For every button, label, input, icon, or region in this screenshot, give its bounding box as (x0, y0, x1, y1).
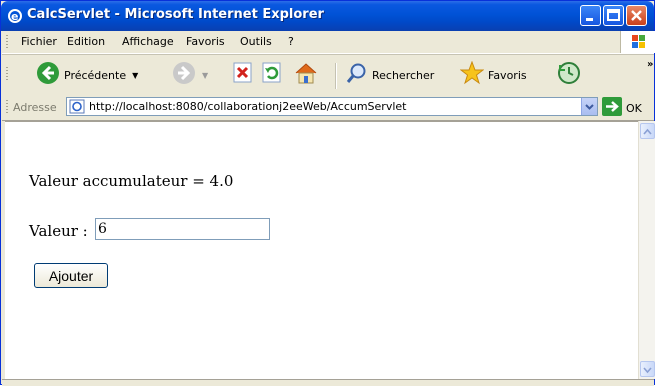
toolbar: Précédente ▼ ▼ Rechercher Favoris » (2, 54, 654, 96)
back-dropdown-icon[interactable]: ▼ (132, 71, 138, 80)
toolbar-separator (335, 63, 337, 89)
back-button[interactable]: Précédente ▼ (36, 55, 138, 95)
forward-arrow-icon (172, 61, 196, 89)
forward-dropdown-icon[interactable]: ▼ (202, 71, 208, 80)
menu-favoris[interactable]: Favoris (186, 35, 225, 48)
value-input[interactable] (95, 218, 270, 240)
close-button[interactable] (626, 5, 647, 26)
windows-logo-icon (620, 31, 655, 53)
back-label: Précédente (64, 68, 127, 82)
address-bar: Adresse http://localhost:8080/collaborat… (2, 94, 654, 121)
address-url: http://localhost:8080/collaborationj2eeW… (89, 100, 407, 113)
toolbar-overflow-icon[interactable]: » (647, 59, 653, 70)
go-label: OK (626, 102, 642, 115)
menu-grip (6, 35, 8, 49)
search-icon (346, 62, 368, 88)
scroll-down-button[interactable] (640, 361, 655, 377)
menu-edition[interactable]: Edition (67, 35, 105, 48)
menu-affichage[interactable]: Affichage (122, 35, 174, 48)
address-dropdown-icon[interactable] (581, 98, 597, 115)
svg-text:e: e (11, 10, 18, 23)
menu-fichier[interactable]: Fichier (21, 35, 57, 48)
browser-window: e CalcServlet - Microsoft Internet Explo… (0, 0, 655, 386)
title-bar[interactable]: e CalcServlet - Microsoft Internet Explo… (1, 1, 654, 31)
menu-outils[interactable]: Outils (240, 35, 272, 48)
menu-help[interactable]: ? (288, 35, 294, 48)
address-label: Adresse (13, 101, 57, 114)
add-button[interactable]: Ajouter (34, 263, 108, 288)
home-button[interactable] (293, 55, 319, 95)
value-label: Valeur : (29, 222, 88, 240)
search-label: Rechercher (372, 68, 435, 82)
refresh-icon (262, 62, 282, 88)
toolbar-grip (6, 67, 8, 81)
page-content: Valeur accumulateur = 4.0 Valeur : Ajout… (5, 121, 638, 380)
back-arrow-icon (36, 61, 60, 89)
favorites-button[interactable]: Favoris (459, 55, 527, 95)
vertical-scrollbar[interactable] (638, 121, 655, 379)
ie-logo-icon: e (7, 8, 23, 24)
maximize-button[interactable] (603, 5, 624, 26)
stop-icon (233, 62, 253, 88)
minimize-button[interactable] (580, 5, 601, 26)
accumulator-value-text: Valeur accumulateur = 4.0 (29, 172, 234, 190)
address-grip (6, 100, 8, 114)
refresh-button[interactable] (262, 55, 282, 95)
favorites-label: Favoris (488, 68, 527, 82)
favorites-star-icon (459, 60, 485, 89)
stop-button[interactable] (233, 55, 253, 95)
address-field[interactable]: http://localhost:8080/collaborationj2eeW… (66, 97, 598, 116)
menu-bar: Fichier Edition Affichage Favoris Outils… (2, 31, 655, 54)
page-icon (69, 99, 85, 118)
go-button[interactable]: OK (602, 97, 642, 120)
forward-button[interactable]: ▼ (172, 55, 208, 95)
go-arrow-icon (602, 97, 622, 120)
home-icon (293, 61, 319, 89)
scroll-up-button[interactable] (640, 123, 655, 139)
search-button[interactable]: Rechercher (346, 55, 434, 95)
history-icon (557, 61, 581, 89)
history-button[interactable] (557, 55, 581, 95)
window-title: CalcServlet - Microsoft Internet Explore… (27, 7, 324, 22)
